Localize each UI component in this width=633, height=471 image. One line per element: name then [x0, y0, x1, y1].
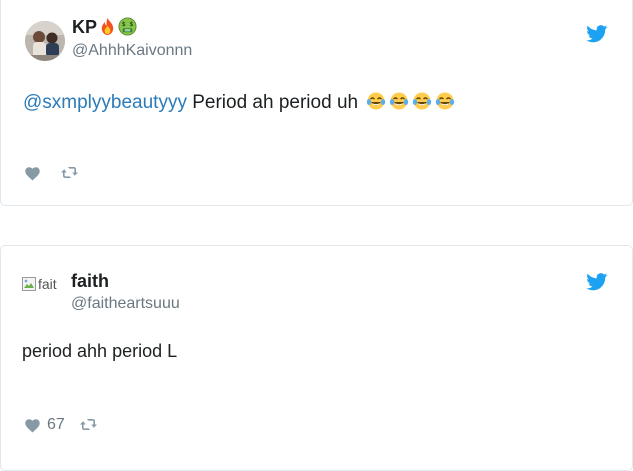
- like-count: 67: [47, 416, 65, 433]
- tweet-card: KP $ $ @AhhhKaivonnn @sxmplyybeautyyy Pe…: [0, 0, 633, 206]
- like-button[interactable]: 67: [24, 416, 65, 434]
- fire-emoji-icon: [101, 17, 114, 36]
- retweet-icon: [61, 166, 78, 179]
- avatar-broken-image[interactable]: fait: [22, 275, 66, 293]
- display-name-text: KP: [72, 17, 98, 37]
- twitter-bird-icon[interactable]: [586, 25, 608, 43]
- mention-link[interactable]: @sxmplyybeautyyy: [23, 92, 187, 113]
- screen-name[interactable]: @AhhhKaivonnn: [72, 42, 192, 60]
- face-with-tears-of-joy-icon: [436, 92, 455, 110]
- svg-text:$: $: [129, 22, 133, 28]
- face-with-tears-of-joy-icon: [390, 92, 409, 110]
- display-name[interactable]: KP $ $: [72, 17, 137, 38]
- like-button[interactable]: [24, 165, 47, 181]
- tweet-text: period ahh period L: [22, 341, 178, 361]
- face-with-tears-of-joy-icon: [367, 92, 386, 110]
- tweet-body: Period ah period uh: [186, 92, 359, 113]
- broken-image-icon: [22, 277, 36, 291]
- retweet-icon: [80, 418, 97, 431]
- avatar-alt-text: fait: [38, 276, 57, 292]
- screen-name[interactable]: @faitheartsuuu: [71, 295, 180, 313]
- tweet-card: faith @faitheartsuuu period ahh period L…: [0, 245, 633, 471]
- avatar[interactable]: [25, 21, 65, 61]
- heart-icon: [25, 167, 40, 181]
- retweet-button[interactable]: [80, 418, 97, 431]
- money-mouth-face-emoji-icon: $ $: [118, 17, 137, 36]
- display-name[interactable]: faith: [71, 271, 109, 292]
- face-with-tears-of-joy-icon: [413, 92, 432, 110]
- retweet-button[interactable]: [61, 166, 78, 179]
- tweet-text: @sxmplyybeautyyy Period ah period uh: [23, 91, 455, 114]
- heart-icon: [25, 419, 40, 433]
- svg-text:$: $: [122, 22, 126, 28]
- twitter-bird-icon[interactable]: [586, 273, 608, 291]
